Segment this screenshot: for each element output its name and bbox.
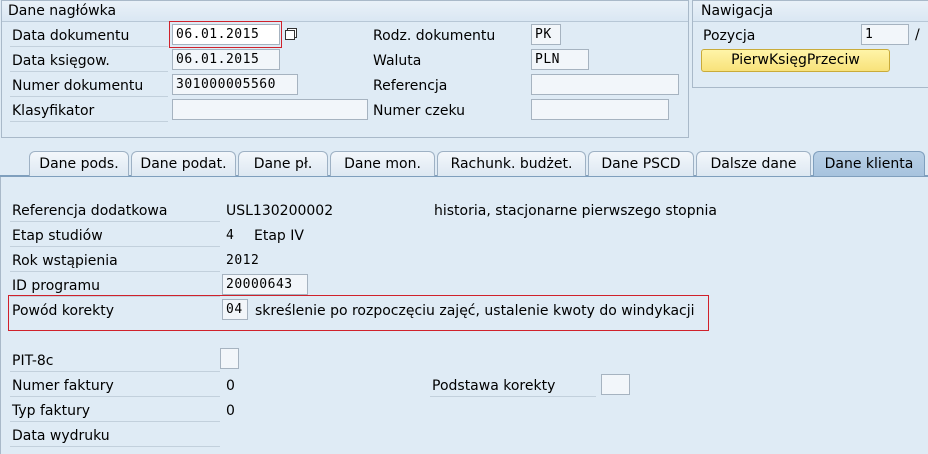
referencja-dodatkowa-description: historia, stacjonarne pierwszego stopnia: [434, 203, 717, 219]
numer-dokumentu-label: Numer dokumentu: [10, 76, 168, 97]
pierw-ksieg-przeciw-button[interactable]: PierwKsięgPrzeciw: [701, 49, 890, 72]
podstawa-korekty-checkbox[interactable]: [601, 374, 630, 395]
powod-korekty-input[interactable]: 04: [222, 299, 248, 320]
data-dokumentu-label: Data dokumentu: [10, 26, 168, 47]
numer-faktury-value: 0: [226, 378, 235, 394]
typ-faktury-value: 0: [226, 403, 235, 419]
pozycja-input[interactable]: 1: [861, 24, 909, 45]
tab-dane-mon[interactable]: Dane mon.: [330, 151, 435, 176]
etap-studiow-value: 4: [226, 228, 235, 243]
referencja-dodatkowa-value: USL130200002: [226, 203, 334, 219]
nav-group-title: Nawigacja: [701, 3, 774, 19]
powod-korekty-description: skreślenie po rozpoczęciu zajęć, ustalen…: [255, 303, 695, 319]
numer-faktury-label: Numer faktury: [10, 376, 220, 397]
rok-wstapienia-value: 2012: [226, 253, 260, 268]
tab-dane-pscd[interactable]: Dane PSCD: [588, 151, 694, 176]
powod-korekty-label: Powód korekty: [12, 303, 114, 319]
klasyfikator-input[interactable]: [172, 99, 368, 120]
referencja-input[interactable]: [531, 74, 679, 95]
klasyfikator-label: Klasyfikator: [10, 101, 168, 122]
pozycja-separator: /: [915, 27, 920, 43]
data-ksiegow-label: Data księgow.: [10, 51, 168, 72]
numer-dokumentu-input[interactable]: 301000005560: [172, 74, 298, 95]
etap-studiow-label: Etap studiów: [10, 226, 220, 247]
rok-wstapienia-label: Rok wstąpienia: [10, 251, 220, 272]
data-ksiegow-input[interactable]: 06.01.2015: [172, 49, 280, 70]
referencja-label: Referencja: [373, 78, 448, 94]
numer-czeku-input[interactable]: [531, 99, 669, 120]
tab-dalsze-dane[interactable]: Dalsze dane: [696, 151, 811, 176]
tab-rachunk-budzet[interactable]: Rachunk. budżet.: [437, 151, 586, 176]
calendar-icon[interactable]: [284, 27, 298, 41]
tab-dane-klienta[interactable]: Dane klienta: [813, 151, 925, 176]
rodz-dokumentu-label: Rodz. dokumentu: [373, 28, 496, 44]
id-programu-label: ID programu: [10, 276, 220, 297]
waluta-input[interactable]: PLN: [531, 49, 589, 70]
data-dokumentu-highlight: [169, 21, 282, 48]
id-programu-input[interactable]: 20000643: [222, 274, 308, 295]
rodz-dokumentu-input[interactable]: PK: [531, 24, 561, 45]
tab-dane-pl[interactable]: Dane pł.: [238, 151, 328, 176]
pozycja-label: Pozycja: [703, 28, 756, 44]
data-wydruku-label: Data wydruku: [10, 426, 220, 447]
tab-dane-pods[interactable]: Dane pods.: [29, 151, 129, 176]
etap-studiow-description: Etap IV: [254, 228, 304, 244]
podstawa-korekty-label: Podstawa korekty: [430, 376, 596, 397]
tab-dane-podat[interactable]: Dane podat.: [131, 151, 236, 176]
numer-czeku-label: Numer czeku: [373, 103, 466, 119]
waluta-label: Waluta: [373, 53, 422, 69]
pit-8c-checkbox[interactable]: [220, 348, 239, 369]
pit-8c-label: PIT-8c: [10, 351, 220, 372]
referencja-dodatkowa-label: Referencja dodatkowa: [10, 201, 220, 222]
header-group-title: Dane nagłówka: [8, 3, 117, 19]
typ-faktury-label: Typ faktury: [10, 401, 220, 422]
